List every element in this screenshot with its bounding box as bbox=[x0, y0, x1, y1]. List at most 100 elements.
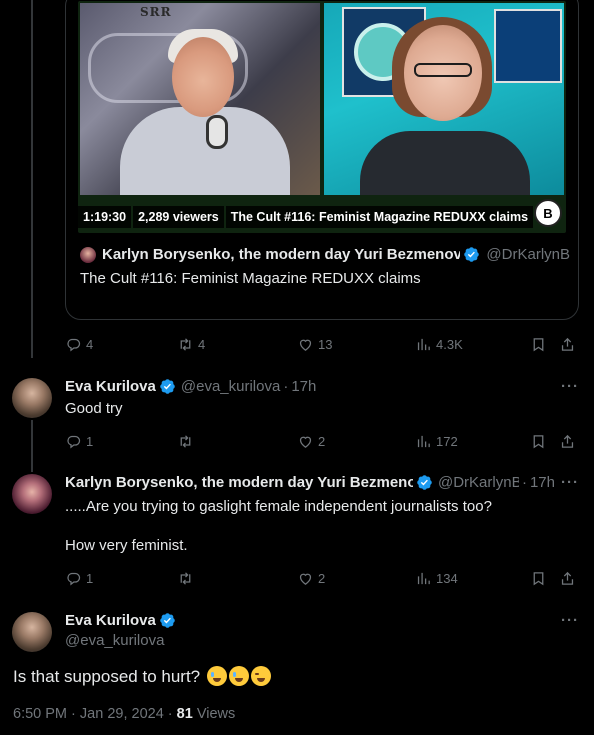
repost-icon bbox=[180, 571, 191, 585]
video-player[interactable]: SRR 1:19:30 2,289 viewers The Cult #116:… bbox=[78, 1, 566, 233]
like-icon bbox=[299, 339, 312, 351]
video-duration: 1:19:30 bbox=[78, 206, 132, 228]
verified-badge-icon bbox=[160, 613, 175, 628]
views-count: 4.3K bbox=[436, 336, 463, 352]
tweet-header: Karlyn Borysenko, the modern day Yuri Be… bbox=[65, 474, 555, 491]
channel-logo-icon[interactable]: B bbox=[534, 199, 562, 227]
main-tweet-text: Is that supposed to hurt? bbox=[13, 666, 271, 687]
repost-button[interactable] bbox=[177, 568, 198, 588]
tweet-actions: 4 4 13 4.3K bbox=[65, 334, 580, 354]
tweet-header: Eva Kurilova bbox=[65, 612, 555, 629]
sign-text: SRR bbox=[140, 5, 172, 19]
video-info-bar: 1:19:30 2,289 viewers The Cult #116: Fem… bbox=[78, 205, 535, 229]
quoted-tweet-text: The Cult #116: Feminist Magazine REDUXX … bbox=[80, 270, 421, 287]
share-icon bbox=[561, 337, 574, 351]
avatar[interactable] bbox=[12, 474, 52, 514]
avatar[interactable] bbox=[12, 378, 52, 418]
like-icon bbox=[299, 436, 312, 448]
wall-painting bbox=[494, 9, 562, 83]
bookmark-icon bbox=[533, 434, 544, 448]
face-with-tears-of-joy-icon bbox=[250, 666, 271, 686]
views-count: 134 bbox=[436, 570, 458, 586]
views-icon bbox=[417, 572, 430, 584]
video-title: The Cult #116: Feminist Magazine REDUXX … bbox=[225, 206, 534, 228]
tweet-header: Eva Kurilova @eva_kurilova · 17h bbox=[65, 378, 555, 395]
video-viewers: 2,289 viewers bbox=[133, 206, 224, 228]
bookmark-button[interactable] bbox=[530, 334, 551, 354]
avatar[interactable] bbox=[12, 612, 52, 652]
reply-icon bbox=[67, 338, 81, 351]
tweet-actions: 1 2 172 bbox=[65, 431, 580, 451]
quoted-tweet-card[interactable]: SRR 1:19:30 2,289 viewers The Cult #116:… bbox=[65, 0, 579, 320]
views-button[interactable]: 134 bbox=[415, 568, 458, 588]
loudly-crying-face-icon bbox=[206, 666, 227, 686]
thread-connector-line bbox=[31, 420, 33, 472]
reply-button[interactable]: 1 bbox=[65, 431, 93, 451]
bookmark-icon bbox=[533, 571, 544, 585]
like-count: 2 bbox=[318, 433, 326, 449]
reply-button[interactable]: 4 bbox=[65, 334, 93, 354]
like-button[interactable]: 13 bbox=[297, 334, 332, 354]
verified-badge-icon bbox=[464, 247, 480, 262]
views-count: 172 bbox=[436, 433, 458, 449]
repost-button[interactable] bbox=[177, 431, 198, 451]
thread-connector-line bbox=[31, 0, 33, 358]
share-button[interactable] bbox=[559, 334, 580, 354]
repost-count: 4 bbox=[198, 336, 206, 352]
share-button[interactable] bbox=[559, 431, 580, 451]
separator-dot: · bbox=[71, 706, 76, 722]
host-head bbox=[172, 37, 234, 117]
more-options-button[interactable]: ··· bbox=[561, 474, 581, 494]
quoted-author-row[interactable]: Karlyn Borysenko, the modern day Yuri Be… bbox=[80, 246, 570, 263]
tweet-text-line: .....Are you trying to gaslight female i… bbox=[65, 498, 492, 515]
like-button[interactable]: 2 bbox=[297, 431, 325, 451]
author-name[interactable]: Karlyn Borysenko, the modern day Yuri Be… bbox=[65, 474, 413, 491]
verified-badge-icon bbox=[160, 379, 175, 394]
reply-icon bbox=[67, 572, 81, 585]
views-icon bbox=[417, 338, 430, 350]
views-count[interactable]: 81 bbox=[177, 706, 193, 722]
reply-count: 1 bbox=[86, 433, 94, 449]
microphone bbox=[206, 115, 228, 149]
author-name[interactable]: Eva Kurilova bbox=[65, 612, 156, 629]
reply-count: 1 bbox=[86, 570, 94, 586]
bookmark-button[interactable] bbox=[530, 431, 551, 451]
guest-glasses bbox=[414, 63, 472, 77]
loudly-crying-face-icon bbox=[228, 666, 249, 686]
views-button[interactable]: 172 bbox=[415, 431, 458, 451]
share-icon bbox=[561, 434, 574, 448]
views-icon bbox=[417, 435, 430, 447]
author-handle[interactable]: @eva_kurilova bbox=[65, 632, 164, 649]
share-button[interactable] bbox=[559, 568, 580, 588]
author-handle[interactable]: @eva_kurilova bbox=[181, 378, 280, 395]
author-name[interactable]: Eva Kurilova bbox=[65, 378, 156, 395]
quoted-author-handle[interactable]: @DrKarlynB bbox=[486, 246, 570, 263]
more-options-button[interactable]: ··· bbox=[561, 378, 581, 398]
like-icon bbox=[299, 573, 312, 585]
avatar[interactable] bbox=[80, 246, 96, 263]
quoted-author-name[interactable]: Karlyn Borysenko, the modern day Yuri Be… bbox=[102, 246, 460, 263]
reply-icon bbox=[67, 435, 81, 448]
tweet-text-line: How very feminist. bbox=[65, 537, 188, 554]
video-frame-guest bbox=[324, 3, 564, 195]
views-button[interactable]: 4.3K bbox=[415, 334, 463, 354]
bookmark-button[interactable] bbox=[530, 568, 551, 588]
reply-button[interactable]: 1 bbox=[65, 568, 93, 588]
video-frame-host: SRR bbox=[80, 3, 320, 195]
repost-icon bbox=[180, 337, 191, 351]
repost-button[interactable]: 4 bbox=[177, 334, 205, 354]
separator-dot: · bbox=[283, 378, 289, 395]
tweet-time[interactable]: 17h bbox=[291, 378, 316, 395]
author-handle[interactable]: @DrKarlynB bbox=[438, 474, 519, 491]
verified-badge-icon bbox=[417, 475, 432, 490]
tweet-text: Good try bbox=[65, 400, 123, 417]
tweet-timestamp[interactable]: 6:50 PM bbox=[13, 706, 67, 722]
like-button[interactable]: 2 bbox=[297, 568, 325, 588]
separator-dot: · bbox=[167, 706, 173, 722]
separator-dot: · bbox=[521, 474, 527, 491]
tweet-actions: 1 2 134 bbox=[65, 568, 580, 588]
tweet-time[interactable]: 17h bbox=[530, 474, 555, 491]
more-options-button[interactable]: ··· bbox=[561, 612, 581, 632]
tweet-date[interactable]: Jan 29, 2024 bbox=[80, 706, 164, 722]
bookmark-icon bbox=[533, 337, 544, 351]
